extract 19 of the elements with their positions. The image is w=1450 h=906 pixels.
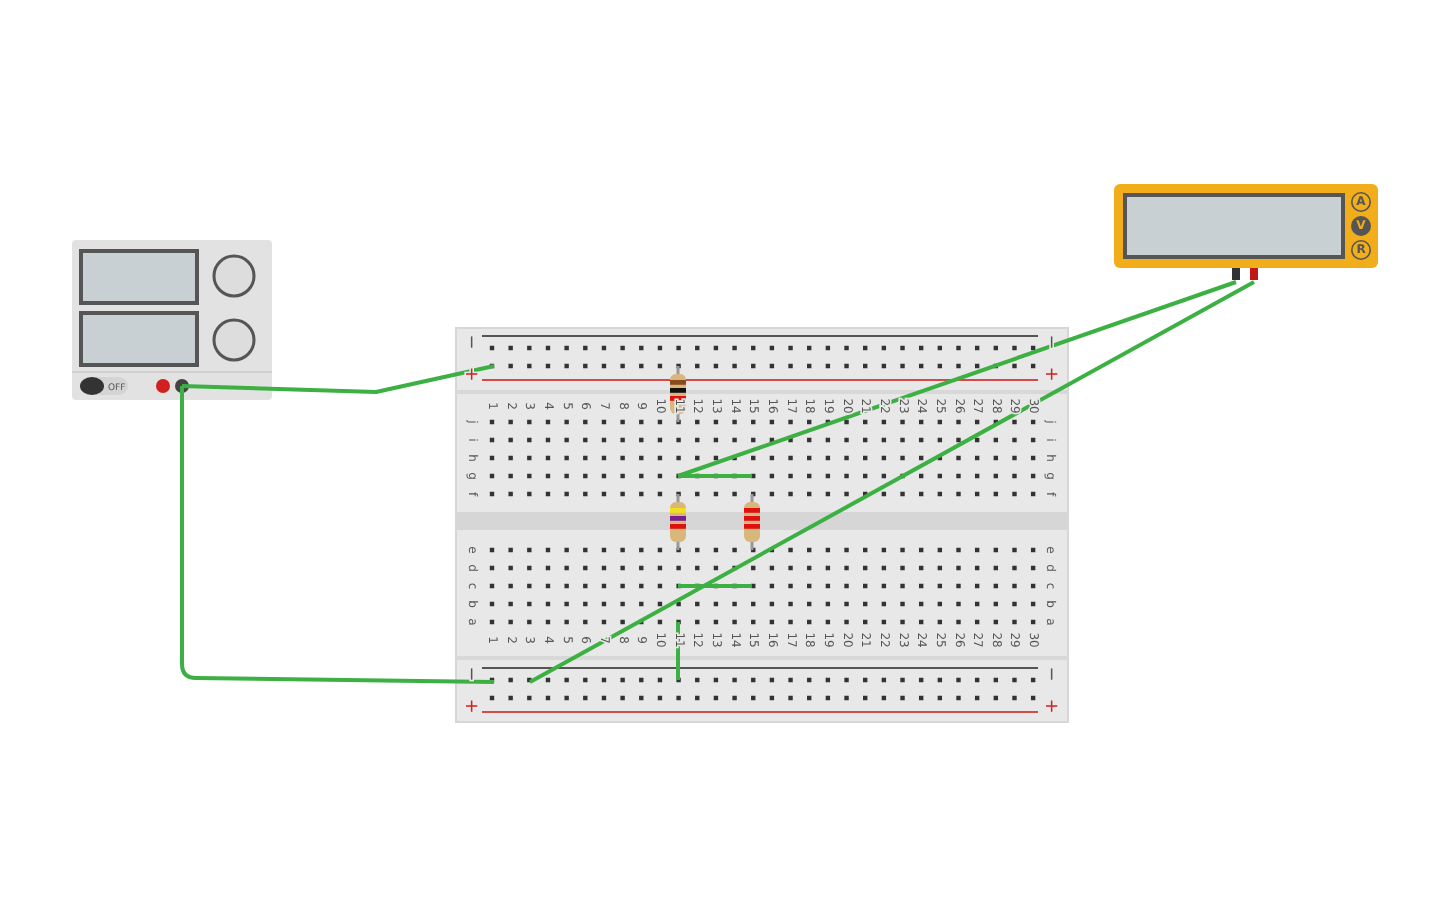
display-screen xyxy=(79,249,199,305)
display-screen xyxy=(79,311,199,367)
wire[interactable] xyxy=(676,622,680,680)
dial-knob[interactable] xyxy=(212,254,256,298)
rail-sign: + xyxy=(460,698,480,714)
dial-knob[interactable] xyxy=(212,318,256,362)
resistor xyxy=(744,494,760,550)
power-switch[interactable] xyxy=(80,377,128,395)
rail-sign: − xyxy=(460,666,480,682)
resistor xyxy=(670,494,686,550)
wire[interactable] xyxy=(529,280,1255,684)
resistor xyxy=(670,366,686,422)
rail-sign: + xyxy=(1040,698,1060,714)
rail-sign: − xyxy=(1040,334,1060,350)
rail-sign: − xyxy=(1040,666,1060,682)
rail-sign: + xyxy=(1040,366,1060,382)
rail-sign: + xyxy=(460,366,480,382)
rail-sign: − xyxy=(460,334,480,350)
wire[interactable] xyxy=(677,280,1237,478)
